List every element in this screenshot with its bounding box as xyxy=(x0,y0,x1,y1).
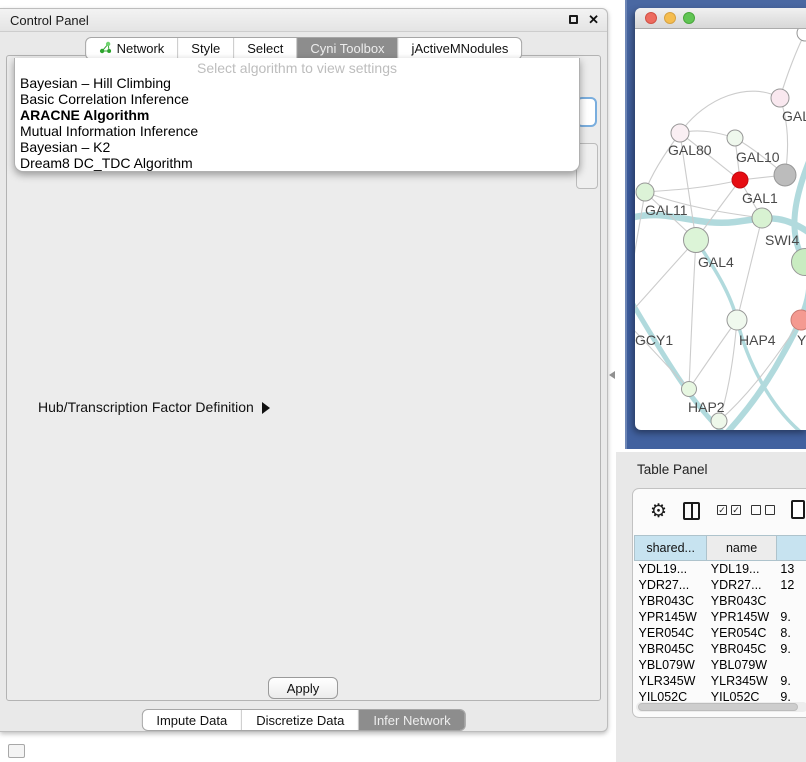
control-panel-titlebar: Control Panel ✕ xyxy=(0,9,607,32)
node-gal1[interactable] xyxy=(752,208,772,228)
close-panel-icon[interactable]: ✕ xyxy=(588,12,599,28)
table-panel-box: ⚙ ✓✓ shared... name YDL19...YDL19...13 xyxy=(632,488,806,718)
column-header[interactable] xyxy=(776,536,806,561)
hub-definition-expander[interactable]: Hub/Transcription Factor Definition xyxy=(38,399,270,415)
node-gray[interactable] xyxy=(774,164,796,186)
close-button[interactable] xyxy=(645,12,657,24)
node-label-gal10: GAL10 xyxy=(736,149,780,165)
tab-discretize-data[interactable]: Discretize Data xyxy=(242,710,359,730)
splitter-collapse-arrow[interactable] xyxy=(609,371,615,379)
tab-impute-data[interactable]: Impute Data xyxy=(142,710,242,730)
node-swi4[interactable] xyxy=(792,249,806,276)
node-label-gal11: GAL11 xyxy=(645,202,688,218)
dropdown-option[interactable]: Basic Correlation Inference xyxy=(20,91,574,107)
dropdown-placeholder: Select algorithm to view settings xyxy=(15,60,579,76)
table-row[interactable]: YDR27...YDR27...12 xyxy=(635,577,806,593)
node-label-y: Y xyxy=(797,332,806,348)
float-panel-icon[interactable] xyxy=(569,15,578,24)
node-label-gcy1: GCY1 xyxy=(635,332,673,348)
node-label-hap4: HAP4 xyxy=(739,332,776,348)
column-header[interactable]: shared... xyxy=(635,536,707,561)
table-row[interactable]: YDL19...YDL19...13 xyxy=(635,561,806,577)
minimize-button[interactable] xyxy=(664,12,676,24)
scrollbar-thumb[interactable] xyxy=(638,703,798,711)
algorithm-dropdown-list: Select algorithm to view settings Bayesi… xyxy=(14,58,580,172)
dropdown-option[interactable]: Dream8 DC_TDC Algorithm xyxy=(20,155,574,171)
node-label-gal80: GAL80 xyxy=(668,142,712,158)
document-icon[interactable] xyxy=(791,500,805,519)
control-panel-title: Control Panel xyxy=(10,13,89,28)
table-row[interactable]: YLR345WYLR345W9. xyxy=(635,673,806,689)
node-hap2[interactable] xyxy=(682,382,697,397)
tab-network[interactable]: Network xyxy=(86,38,179,59)
node-salmon[interactable] xyxy=(791,310,806,330)
tab-network-label: Network xyxy=(117,41,165,56)
cyni-bottom-tabs: Impute Data Discretize Data Infer Networ… xyxy=(141,709,465,731)
node-partial-bottom[interactable] xyxy=(711,413,727,429)
table-row[interactable]: YBR043CYBR043C xyxy=(635,593,806,609)
table-row[interactable]: YPR145WYPR145W9. xyxy=(635,609,806,625)
tab-cyni-toolbox[interactable]: Cyni Toolbox xyxy=(297,38,398,59)
network-desktop: GAL GAL80 GAL10 GAL1 GAL11 SWI4 GAL4 GCY… xyxy=(625,0,806,449)
node-label-gal: GAL xyxy=(782,108,806,124)
control-panel-window: Control Panel ✕ Network Style Select Cyn… xyxy=(0,8,608,732)
gear-icon[interactable]: ⚙ xyxy=(650,499,667,525)
node-gal11[interactable] xyxy=(636,183,654,201)
dropdown-option-highlighted[interactable]: ARACNE Algorithm xyxy=(20,107,574,123)
node-gal-partial[interactable] xyxy=(771,89,789,107)
table-horizontal-scrollbar[interactable] xyxy=(636,702,806,712)
network-view-window: GAL GAL80 GAL10 GAL1 GAL11 SWI4 GAL4 GCY… xyxy=(635,8,806,430)
node-label-hap2: HAP2 xyxy=(688,399,725,415)
node-label-gal1: GAL1 xyxy=(742,190,778,206)
deselect-all-checks-icon[interactable] xyxy=(751,505,775,515)
zoom-button[interactable] xyxy=(683,12,695,24)
control-panel-tabs: Network Style Select Cyni Toolbox jActiv… xyxy=(85,37,523,60)
dropdown-option[interactable]: Bayesian – K2 xyxy=(20,139,574,155)
table-panel-title: Table Panel xyxy=(637,462,708,477)
apply-button[interactable]: Apply xyxy=(268,677,338,699)
table-row[interactable]: YBL079WYBL079W xyxy=(635,657,806,673)
node-gal4[interactable] xyxy=(684,228,709,253)
network-edges-teal xyxy=(635,147,806,430)
tab-infer-network[interactable]: Infer Network xyxy=(359,710,464,730)
node-gal80[interactable] xyxy=(671,124,689,142)
tab-jactivemnodules[interactable]: jActiveMNodules xyxy=(399,38,522,59)
dropdown-option[interactable]: Bayesian – Hill Climbing xyxy=(20,75,574,91)
network-graph-icon xyxy=(99,41,112,57)
node-gal10[interactable] xyxy=(727,130,743,146)
dropdown-option[interactable]: Mutual Information Inference xyxy=(20,123,574,139)
table-toolbar: ⚙ ✓✓ xyxy=(633,497,806,527)
tab-select[interactable]: Select xyxy=(234,38,297,59)
select-all-checks-icon[interactable]: ✓✓ xyxy=(717,505,741,515)
expand-right-icon xyxy=(262,402,270,414)
table-row[interactable]: YBR045CYBR045C9. xyxy=(635,641,806,657)
network-window-titlebar xyxy=(635,8,806,29)
node-unlabeled[interactable] xyxy=(797,29,806,41)
table-row[interactable]: YER054CYER054C8. xyxy=(635,625,806,641)
node-table: shared... name YDL19...YDL19...13 YDR27.… xyxy=(634,535,806,705)
column-header[interactable]: name xyxy=(707,536,777,561)
network-canvas[interactable]: GAL GAL80 GAL10 GAL1 GAL11 SWI4 GAL4 GCY… xyxy=(635,29,806,430)
node-label-gal4: GAL4 xyxy=(698,254,734,270)
node-label-swi4: SWI4 xyxy=(765,232,799,248)
table-panel: Table Panel ⚙ ✓✓ shared... name xyxy=(616,452,806,762)
tab-style[interactable]: Style xyxy=(178,38,234,59)
restore-panel-icon[interactable] xyxy=(8,744,25,758)
node-hap4[interactable] xyxy=(727,310,747,330)
node-red-selected[interactable] xyxy=(732,172,748,188)
columns-icon[interactable] xyxy=(683,502,700,520)
